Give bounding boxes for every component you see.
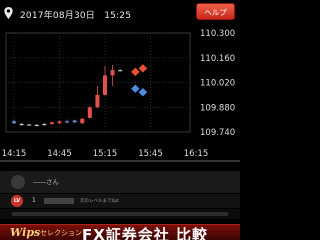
x-tick-label: 14:45 bbox=[47, 149, 72, 159]
banner-logo: Wips bbox=[10, 226, 41, 239]
candle-body bbox=[87, 107, 92, 118]
candlestick-chart: 110.300 110.160 110.020 109.880 109.740 14:15… bbox=[2, 29, 235, 159]
candle-body bbox=[19, 124, 24, 126]
candle-body bbox=[95, 94, 100, 108]
prediction-up-marker bbox=[138, 64, 148, 73]
help-button[interactable]: ヘルプ bbox=[196, 3, 235, 20]
level-row: LV 1 次のレベルまで0pt bbox=[0, 194, 240, 208]
candle-body bbox=[65, 121, 70, 123]
level-icon: LV bbox=[11, 195, 23, 207]
candle-body bbox=[49, 122, 54, 125]
y-tick-label: 109.880 bbox=[200, 103, 235, 113]
candle-body bbox=[12, 121, 16, 124]
prediction-up-marker bbox=[131, 67, 140, 77]
location-pin-icon bbox=[4, 7, 13, 19]
level-progress-bar bbox=[44, 198, 74, 204]
x-tick-label: 16:15 bbox=[184, 149, 209, 159]
candle-body bbox=[42, 124, 47, 126]
y-tick-label: 109.740 bbox=[200, 128, 235, 138]
header-bar: 2017年08月30日 15:25 ヘルプ bbox=[0, 0, 240, 24]
banner-title: FX証券会社 比較 bbox=[82, 226, 209, 240]
candle-body bbox=[110, 70, 115, 76]
prediction-down-marker bbox=[131, 84, 140, 93]
x-tick-label: 14:15 bbox=[2, 149, 27, 159]
candle-body bbox=[80, 118, 85, 124]
x-tick-label: 15:45 bbox=[138, 149, 163, 159]
price-chart: 110.300 110.160 110.020 109.880 109.740 14:15… bbox=[0, 24, 240, 159]
candle-body bbox=[103, 75, 107, 95]
divider bbox=[0, 160, 240, 162]
progress-track bbox=[12, 212, 228, 216]
y-tick-label: 110.300 bbox=[200, 29, 235, 39]
current-datetime: 2017年08月30日 15:25 bbox=[20, 11, 132, 21]
ad-banner[interactable]: Wips セレクション FX証券会社 比較 bbox=[0, 224, 240, 240]
candle-body bbox=[72, 120, 77, 123]
user-row: ――さん bbox=[0, 171, 240, 193]
avatar-icon bbox=[11, 175, 25, 189]
x-tick-label: 15:15 bbox=[93, 149, 118, 159]
y-tick-label: 110.160 bbox=[200, 54, 235, 64]
candle-body bbox=[118, 70, 123, 72]
prediction-down-marker bbox=[138, 87, 148, 97]
banner-subtitle: セレクション bbox=[40, 229, 82, 237]
progress-row bbox=[0, 209, 240, 219]
candle-body bbox=[34, 124, 39, 127]
y-tick-label: 110.020 bbox=[200, 79, 235, 89]
candle-body bbox=[27, 124, 32, 126]
next-level-label: 次のレベルまで0pt bbox=[80, 199, 119, 204]
candle-body bbox=[57, 121, 62, 124]
user-name: ――さん bbox=[33, 178, 59, 186]
level-value: 1 bbox=[32, 197, 36, 204]
